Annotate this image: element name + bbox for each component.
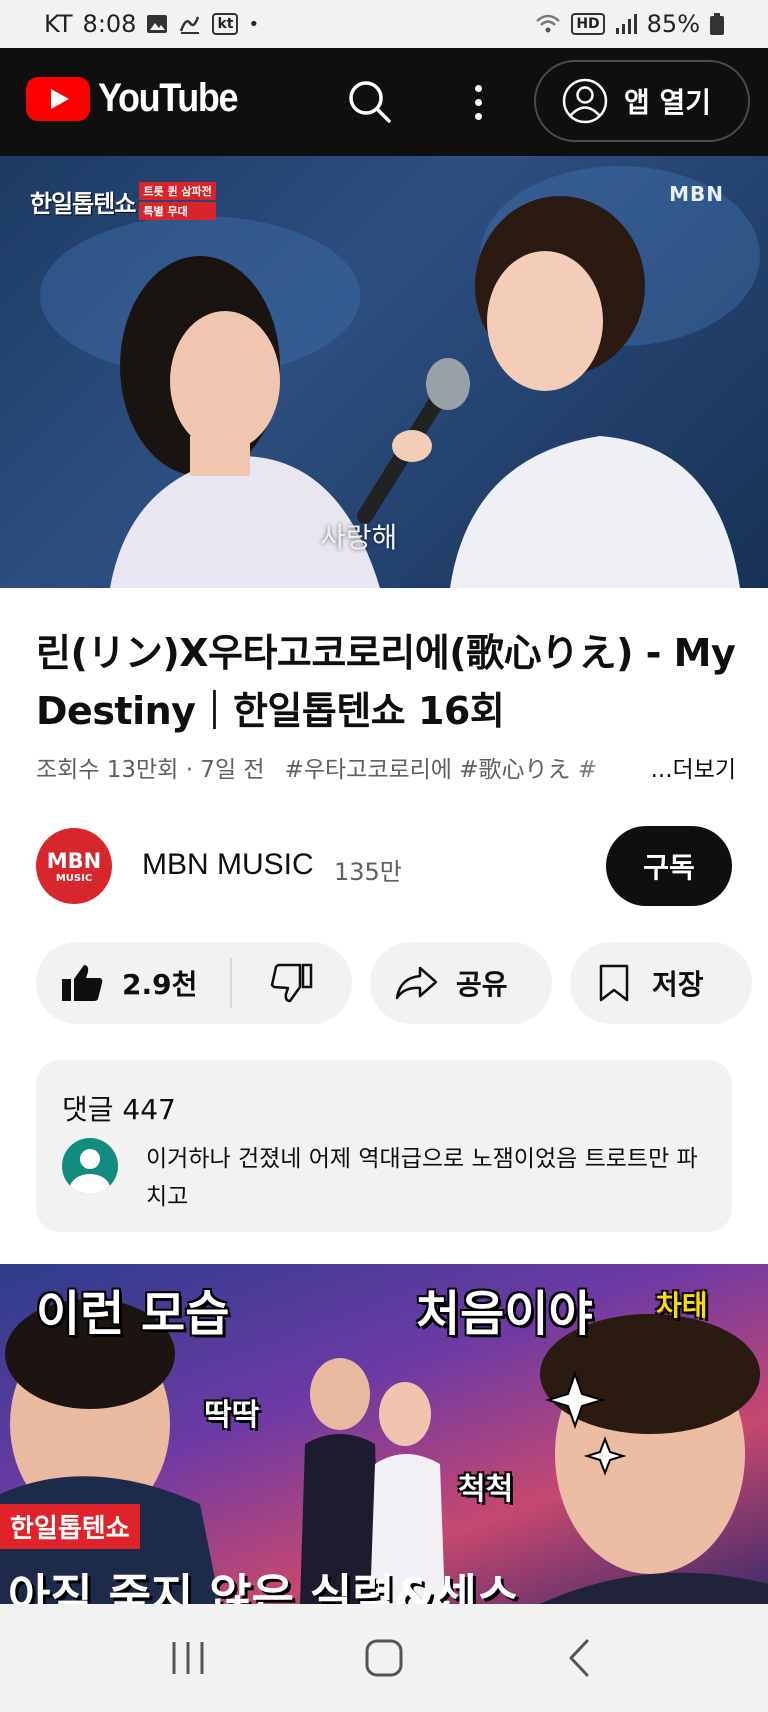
channel-avatar-subtext: MUSIC <box>55 872 93 884</box>
video-player[interactable]: 한일톱텐쇼 트롯 퀸 삼파전 특별 무대 MBN 사랑해 <box>0 156 768 588</box>
channel-row: MBN MUSIC MBN MUSIC 135만 구독 <box>36 826 732 906</box>
show-badge-sub: 트롯 퀸 삼파전 특별 무대 <box>139 182 216 220</box>
video-meta[interactable]: 조회수 13만회 · 7일 전 #우타고코로리에 #歌心りえ # ...더보기 <box>36 750 736 784</box>
open-app-label: 앱 열기 <box>624 86 712 119</box>
notification-dot-icon: • <box>248 13 260 35</box>
save-button[interactable]: 저장 <box>570 942 752 1024</box>
thumb-text-5: 차태 <box>656 1289 708 1322</box>
like-button[interactable]: 2.9천 <box>36 958 232 1008</box>
hd-voice-icon: HD <box>571 13 605 35</box>
home-icon <box>365 1639 403 1677</box>
save-label: 저장 <box>652 968 704 1001</box>
more-dot-icon <box>474 112 482 120</box>
recent-apps-icon <box>172 1642 204 1674</box>
home-button[interactable] <box>354 1628 414 1688</box>
kt-badge-icon: kt <box>212 13 239 35</box>
show-badge-line1: 트롯 퀸 삼파전 <box>139 182 216 200</box>
share-button[interactable]: 공유 <box>370 942 552 1024</box>
wifi-icon <box>535 12 561 36</box>
open-app-button[interactable]: 앱 열기 <box>534 60 750 142</box>
dislike-button[interactable] <box>232 963 352 1003</box>
back-chevron-icon <box>569 1639 589 1677</box>
thumb-text-1: 이런 모습 <box>36 1286 230 1342</box>
next-video-thumbnail[interactable]: 이런 모습 처음이야 딱딱 척척 차태 한일톱텐쇼 아직 죽지 않은 실력&센스 <box>0 1264 768 1604</box>
thumb-show-badge: 한일톱텐쇼 <box>0 1504 140 1549</box>
show-badge: 한일톱텐쇼 트롯 퀸 삼파전 특별 무대 <box>30 182 216 220</box>
default-user-icon <box>70 1149 110 1194</box>
more-options-button[interactable] <box>460 78 496 126</box>
video-title[interactable]: 린(リン)X우타고코로리에(歌心りえ) - My Destiny｜한일톱텐쇼 1… <box>36 624 736 740</box>
thumb-text-4: 척척 <box>458 1472 514 1507</box>
signature-icon <box>178 12 202 36</box>
youtube-play-icon <box>26 76 90 121</box>
signal-icon <box>615 12 637 36</box>
broadcaster-watermark: MBN <box>669 182 724 206</box>
comments-title: 댓글 447 <box>62 1093 176 1126</box>
action-bar: 2.9천 공유 저장 <box>36 942 752 1024</box>
thumb-bottom-text: 아직 죽지 않은 실력&센스 <box>8 1569 520 1604</box>
thumb-text-2: 처음이야 <box>416 1286 593 1342</box>
subscriber-count: 135만 <box>334 858 402 886</box>
share-icon <box>395 966 438 1000</box>
thumbs-down-icon <box>270 963 313 1003</box>
account-icon <box>562 78 608 124</box>
bookmark-icon <box>599 964 629 1002</box>
channel-name[interactable]: MBN MUSIC <box>142 848 314 882</box>
search-button[interactable] <box>346 78 394 126</box>
thumb-text-3: 딱딱 <box>204 1398 260 1433</box>
video-subtitle: 사랑해 <box>320 521 398 554</box>
channel-avatar-text: MBN <box>46 848 102 873</box>
youtube-logo[interactable]: YouTube <box>26 76 253 121</box>
commenter-avatar <box>62 1138 118 1194</box>
carrier-label: KT <box>44 10 73 38</box>
back-button[interactable] <box>550 1628 610 1688</box>
comments-panel[interactable]: 댓글 447 이거하나 건졌네 어제 역대급으로 노잼이었음 트로트만 파치고 <box>36 1060 732 1232</box>
clock: 8:08 <box>82 10 137 38</box>
battery-icon <box>710 12 724 36</box>
search-icon <box>349 81 391 123</box>
more-description-link[interactable]: ...더보기 <box>651 750 736 784</box>
status-right: HD 85% <box>535 10 724 38</box>
hashtags[interactable]: #우타고코로리에 #歌心りえ # <box>285 750 647 784</box>
battery-percent: 85% <box>646 10 700 38</box>
subscribe-button[interactable]: 구독 <box>606 826 732 906</box>
views-and-date: 조회수 13만회 · 7일 전 <box>36 757 265 783</box>
more-dot-icon <box>474 98 482 106</box>
app-bar: YouTube 앱 열기 <box>0 48 768 156</box>
like-dislike-pill: 2.9천 <box>36 942 352 1024</box>
share-label: 공유 <box>456 968 508 1001</box>
recent-apps-button[interactable] <box>158 1628 218 1688</box>
system-navigation-bar <box>0 1604 768 1712</box>
more-dot-icon <box>474 84 482 92</box>
top-comment-text: 이거하나 건졌네 어제 역대급으로 노잼이었음 트로트만 파치고 <box>146 1146 698 1210</box>
thumbs-up-icon <box>62 965 103 1001</box>
like-count: 2.9천 <box>122 968 198 1001</box>
youtube-wordmark: YouTube <box>98 76 239 120</box>
channel-avatar[interactable]: MBN MUSIC <box>36 828 112 904</box>
show-badge-line2: 특별 무대 <box>139 202 216 220</box>
show-badge-title: 한일톱텐쇼 <box>30 189 136 218</box>
status-left: KT 8:08 kt • <box>44 10 259 38</box>
status-bar: KT 8:08 kt • HD 85% <box>0 0 768 48</box>
gallery-icon <box>146 12 168 36</box>
